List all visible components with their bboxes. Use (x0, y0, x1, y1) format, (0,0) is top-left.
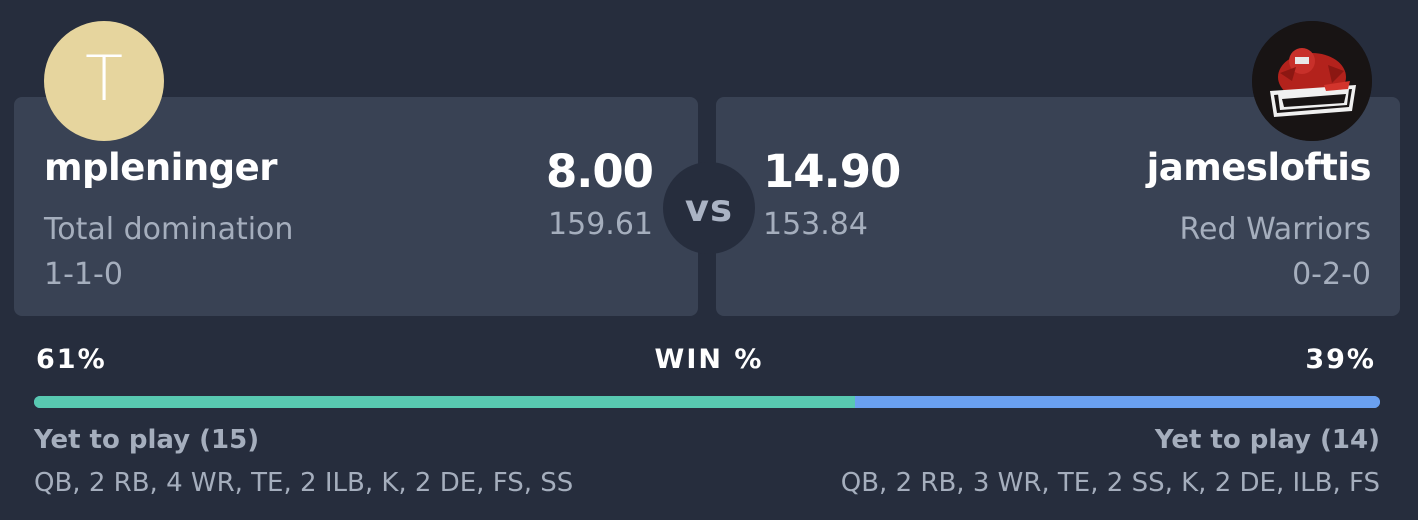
home-win-bar (34, 396, 856, 408)
away-win-bar (855, 396, 1380, 408)
away-projected-score: 153.84 (763, 207, 868, 242)
away-remaining-positions: QB, 2 RB, 3 WR, TE, 2 SS, K, 2 DE, ILB, … (840, 468, 1380, 498)
win-pct-label: WIN % (654, 344, 764, 375)
away-record: 0-2-0 (1292, 257, 1371, 292)
away-yet-to-play: Yet to play (14) (1154, 425, 1380, 455)
home-score: 8.00 (545, 145, 654, 198)
vs-label: vs (684, 186, 734, 230)
away-owner-name[interactable]: jamesloftis (1147, 146, 1372, 189)
home-avatar-initial: T (85, 42, 123, 115)
home-team-name: Total domination (44, 212, 294, 247)
away-score: 14.90 (763, 145, 901, 198)
home-record: 1-1-0 (44, 257, 123, 292)
vs-badge: vs (663, 162, 755, 254)
win-probability-bar (34, 396, 1380, 408)
away-team-name: Red Warriors (1179, 212, 1371, 247)
home-remaining-positions: QB, 2 RB, 4 WR, TE, 2 ILB, K, 2 DE, FS, … (34, 468, 574, 498)
red-warriors-logo-icon (1252, 21, 1372, 141)
home-yet-to-play: Yet to play (15) (34, 425, 260, 455)
home-avatar: T (44, 21, 164, 141)
home-projected-score: 159.61 (548, 207, 653, 242)
home-owner-name[interactable]: mpleninger (44, 146, 278, 189)
away-win-pct: 39% (1305, 344, 1376, 375)
